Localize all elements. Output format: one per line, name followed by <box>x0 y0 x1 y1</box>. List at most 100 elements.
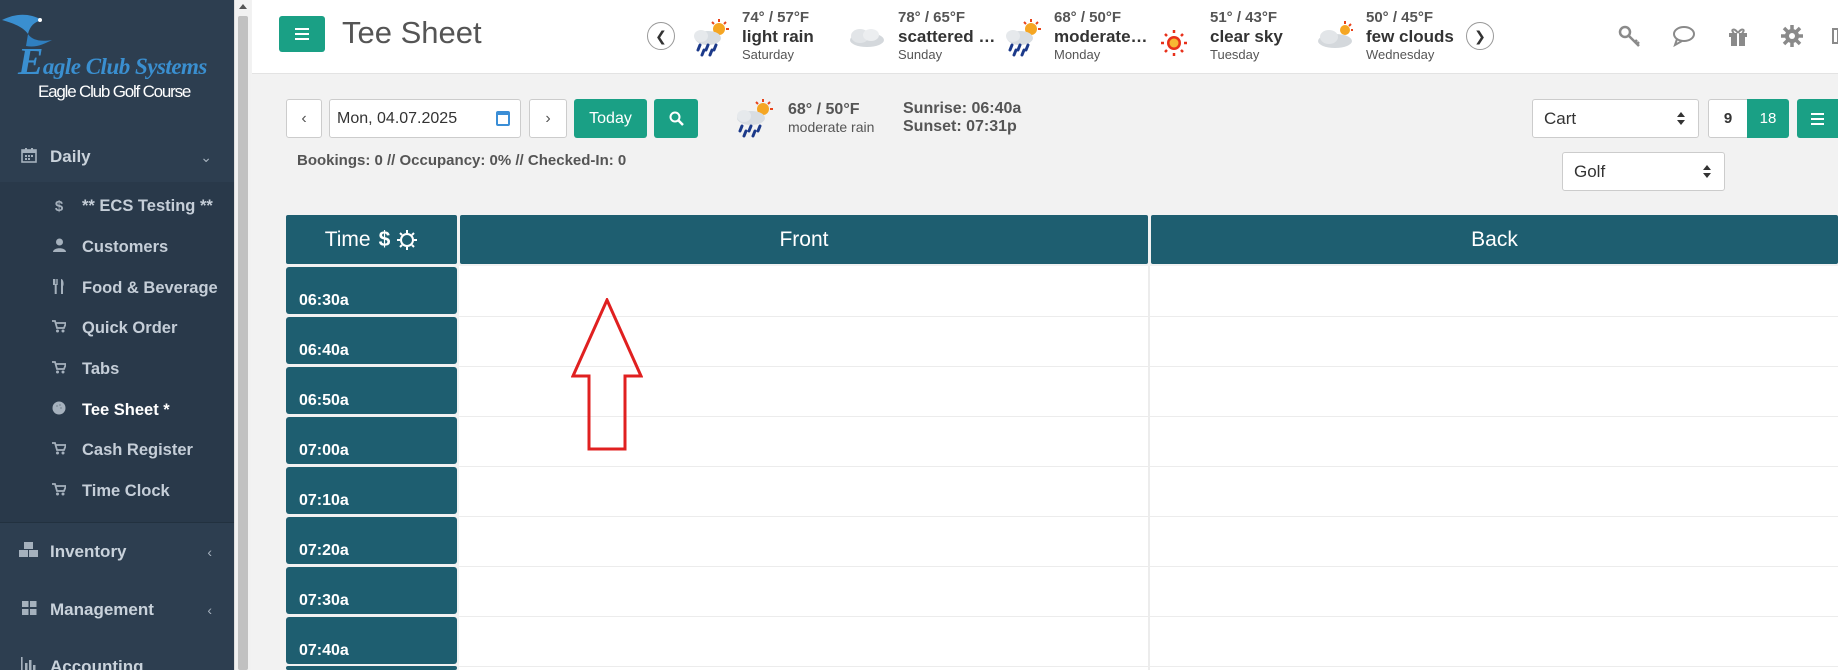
cart-icon <box>49 482 69 500</box>
chevron-left-icon: ‹ <box>207 602 212 618</box>
cart-select-value: Cart <box>1544 108 1577 128</box>
time-slot[interactable]: 07:30a <box>286 567 457 614</box>
cart-icon <box>49 441 69 459</box>
grid-row-line <box>459 466 1838 467</box>
forecast-desc: clear sky <box>1210 27 1283 46</box>
rain-sun-icon <box>1006 19 1041 57</box>
sidebar-group-label: Accounting <box>50 657 144 670</box>
cart-select[interactable]: Cart <box>1532 99 1699 138</box>
booking-stats: Bookings: 0 // Occupancy: 0% // Checked-… <box>297 152 627 169</box>
forecast-day-name: Tuesday <box>1210 47 1260 62</box>
search-button[interactable] <box>654 99 698 138</box>
grid-row-line <box>459 616 1838 617</box>
sunrise-text: Sunrise: 06:40a <box>903 100 1022 117</box>
forecast-next-button[interactable]: ❯ <box>1466 22 1494 50</box>
page-title: Tee Sheet <box>342 15 482 50</box>
time-column-header[interactable]: Time $ <box>286 215 457 264</box>
sidebar-group-label: Management <box>50 600 154 619</box>
sidebar-item-quick-order[interactable]: Quick Order <box>0 308 234 348</box>
user-icon <box>49 238 69 256</box>
list-line <box>1811 117 1824 120</box>
sun-outline-icon[interactable] <box>396 229 418 251</box>
list-menu-button[interactable] <box>1797 99 1838 138</box>
dollar-icon[interactable]: $ <box>379 228 391 252</box>
key-icon[interactable] <box>1618 24 1642 48</box>
chevron-left-icon: ‹ <box>301 109 307 127</box>
grid-row-line <box>459 516 1838 517</box>
sidebar-item-label: Time Clock <box>82 481 170 500</box>
sidebar-item-ecs-testing[interactable]: $ ** ECS Testing ** <box>0 186 234 226</box>
sidebar-item-tee-sheet[interactable]: Tee Sheet * <box>0 390 234 430</box>
next-day-button[interactable]: › <box>529 99 567 138</box>
time-slot[interactable]: 07:20a <box>286 517 457 564</box>
forecast-day-name: Saturday <box>742 47 795 62</box>
sidebar-group-accounting[interactable]: Accounting <box>0 645 234 670</box>
annotation-arrow-icon <box>571 298 643 451</box>
forecast-prev-button[interactable]: ❮ <box>647 22 675 50</box>
today-button[interactable]: Today <box>574 99 647 138</box>
sidebar-group-daily[interactable]: Daily ⌄ <box>0 135 234 179</box>
sidebar-group-label: Daily <box>50 147 91 166</box>
time-slot[interactable]: 07:00a <box>286 417 457 464</box>
time-slot[interactable]: 06:50a <box>286 367 457 414</box>
gear-icon[interactable] <box>1780 24 1804 48</box>
front-column-header: Front <box>460 215 1148 264</box>
scrollbar-thumb[interactable] <box>238 16 248 670</box>
forecast-temp: 50° / 45°F <box>1366 9 1434 26</box>
time-slot[interactable]: 07:10a <box>286 467 457 514</box>
dollar-icon: $ <box>54 197 64 215</box>
sidebar-item-time-clock[interactable]: Time Clock <box>0 471 234 511</box>
forecast-temp: 68° / 50°F <box>1054 9 1122 26</box>
chevron-left-icon: ❮ <box>655 27 667 44</box>
rain-sun-icon <box>694 19 729 57</box>
hamburger-line <box>295 33 309 35</box>
today-desc: moderate rain <box>788 119 875 135</box>
sidebar-group-inventory[interactable]: Inventory ‹ <box>0 530 234 574</box>
brand-logo-text: Eagle Club Systems <box>18 41 207 83</box>
sidebar-item-cash-register[interactable]: Cash Register <box>0 430 234 470</box>
forecast-day-name: Monday <box>1054 47 1101 62</box>
sidebar-item-tabs[interactable]: Tabs <box>0 349 234 389</box>
sidebar-item-customers[interactable]: Customers <box>0 227 234 267</box>
time-slot-partial[interactable] <box>286 666 457 670</box>
sidebar-item-label: ** ECS Testing ** <box>82 196 213 215</box>
forecast-day-name: Sunday <box>898 47 943 62</box>
rain-sun-icon <box>737 99 773 138</box>
grid-icon <box>18 600 40 620</box>
course-name: Eagle Club Golf Course <box>38 82 191 101</box>
gift-icon[interactable] <box>1726 24 1750 48</box>
brand[interactable]: Eagle Club Systems Eagle Club Golf Cours… <box>0 0 234 118</box>
calendar-icon[interactable] <box>496 111 510 126</box>
sidebar-item-label: Cash Register <box>82 440 193 459</box>
cart-icon <box>49 360 69 378</box>
grid-row-line <box>459 566 1838 567</box>
prev-day-button[interactable]: ‹ <box>286 99 322 138</box>
holes-18-button[interactable]: 18 <box>1747 99 1789 138</box>
date-input[interactable]: Mon, 04.07.2025 <box>329 99 521 138</box>
bar-chart-icon <box>18 657 40 670</box>
sidebar-item-label: Food & Beverage <box>82 278 218 297</box>
sidebar-group-management[interactable]: Management ‹ <box>0 588 234 632</box>
select-arrows-icon <box>1677 112 1686 126</box>
cutlery-icon <box>49 278 69 298</box>
time-slot[interactable]: 07:40a <box>286 617 457 664</box>
holes-9-button[interactable]: 9 <box>1708 99 1748 138</box>
golf-ball-icon <box>49 401 69 419</box>
grid-row-line <box>459 416 1838 417</box>
time-slot[interactable]: 06:40a <box>286 317 457 364</box>
sidebar-item-label: Tee Sheet * <box>82 400 170 419</box>
today-temp: 68° / 50°F <box>788 101 860 118</box>
golf-select[interactable]: Golf <box>1562 152 1725 191</box>
cubes-icon <box>18 542 40 562</box>
menu-toggle-button[interactable] <box>279 16 325 52</box>
time-slot[interactable]: 06:30a <box>286 267 457 314</box>
chevron-right-icon: ❯ <box>1474 27 1486 44</box>
sidebar-group-label: Inventory <box>50 542 127 561</box>
scroll-up-icon[interactable] <box>239 4 247 9</box>
exit-icon[interactable] <box>1832 24 1838 48</box>
list-line <box>1811 122 1824 125</box>
sidebar-divider <box>0 522 234 523</box>
chat-icon[interactable] <box>1672 24 1696 48</box>
page-scrollbar[interactable] <box>234 0 251 670</box>
sidebar-item-food-beverage[interactable]: Food & Beverage <box>0 268 234 308</box>
